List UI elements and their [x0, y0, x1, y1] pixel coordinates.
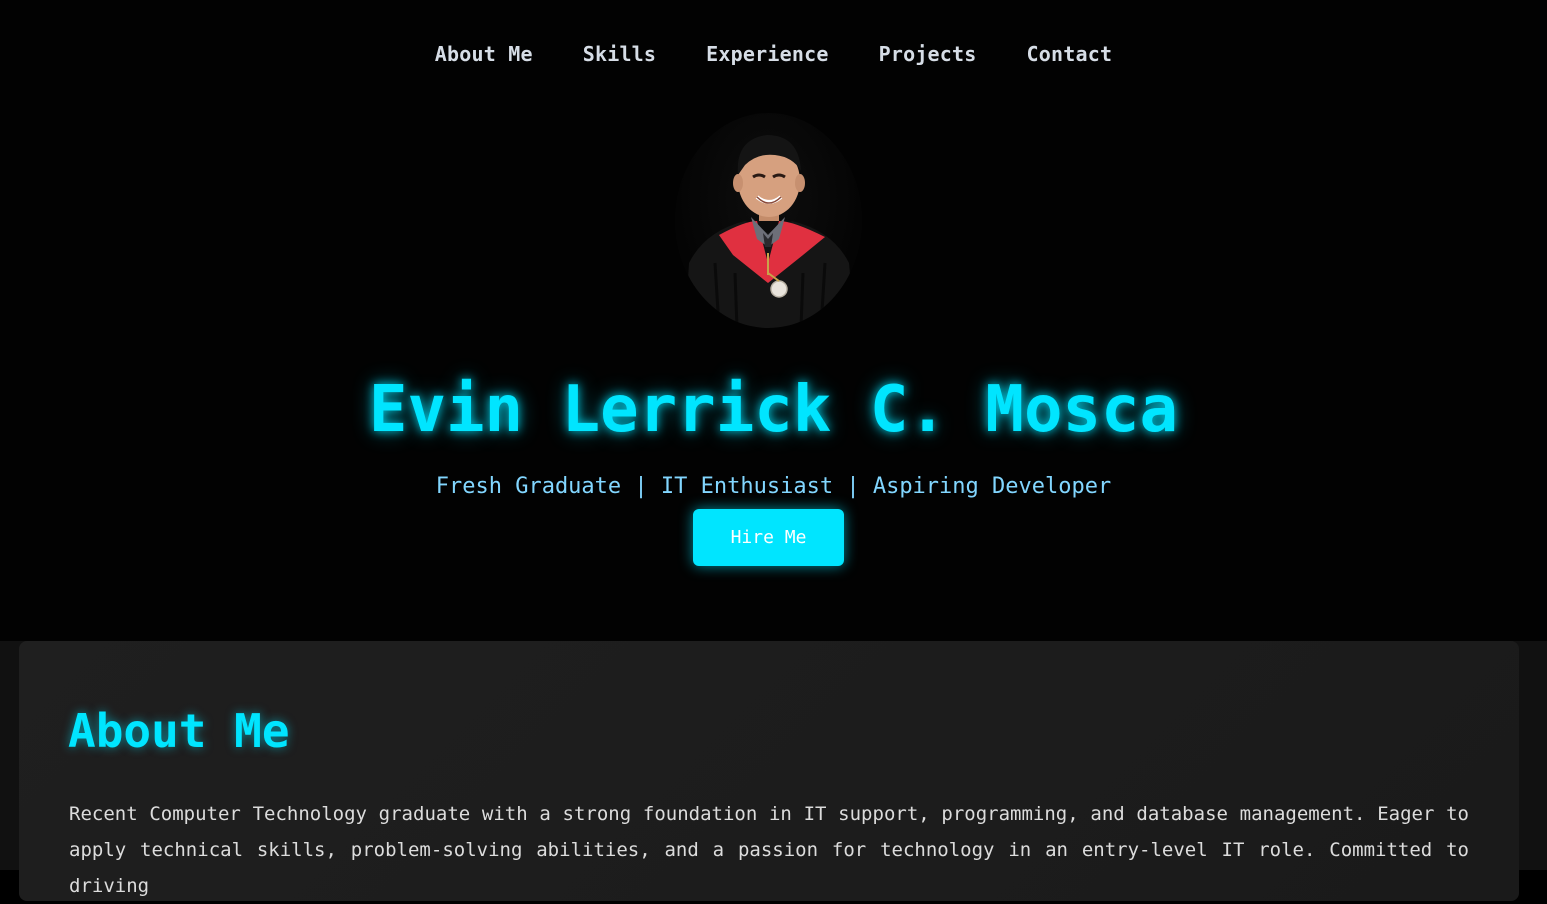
profile-avatar	[675, 113, 862, 328]
about-text: Recent Computer Technology graduate with…	[69, 803, 1469, 897]
hero-name: Evin Lerrick C. Mosca	[368, 373, 1179, 447]
profile-photo-icon	[685, 135, 855, 328]
about-title: About Me	[68, 704, 290, 758]
nav-skills[interactable]: Skills	[583, 38, 656, 70]
hire-me-button[interactable]: Hire Me	[693, 509, 844, 566]
nav-about-me[interactable]: About Me	[435, 38, 533, 70]
nav-experience[interactable]: Experience	[706, 38, 828, 70]
nav-contact[interactable]: Contact	[1027, 38, 1113, 70]
hero-tagline: Fresh Graduate | IT Enthusiast | Aspirin…	[435, 474, 1112, 499]
main-nav: About Me Skills Experience Projects Cont…	[0, 38, 1547, 70]
nav-projects[interactable]: Projects	[879, 38, 977, 70]
